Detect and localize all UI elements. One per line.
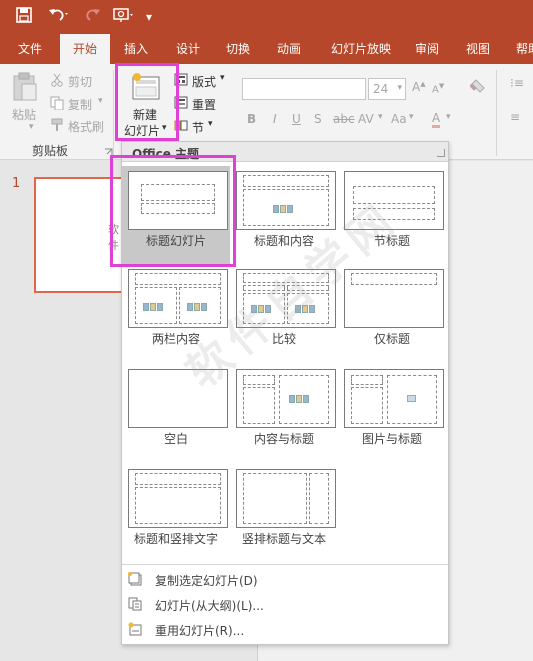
cut-button[interactable]: 剪切 <box>68 73 92 90</box>
layout-label: 图片与标题 <box>361 432 422 446</box>
tab-home[interactable]: 开始 <box>60 34 110 64</box>
italic-button[interactable]: I <box>273 112 277 126</box>
duplicate-selected-slides-menu-item[interactable]: 复制选定幻灯片(D) <box>122 568 448 592</box>
menu-item-label: 重用幻灯片(R)... <box>155 624 245 638</box>
layout-label: 标题和竖排文字 <box>133 532 218 546</box>
character-spacing-button[interactable]: AV <box>358 112 374 126</box>
layout-vertical-title-and-text[interactable]: 竖排标题与文本 <box>230 464 338 562</box>
tab-review[interactable]: 审阅 <box>406 34 448 64</box>
content-placeholder-icon <box>289 392 315 403</box>
layout-content-with-caption[interactable]: 内容与标题 <box>230 364 338 462</box>
slides-from-outline-menu-item[interactable]: 幻灯片(从大纲)(L)... <box>122 593 448 617</box>
align-left-icon[interactable]: ≡ <box>510 110 520 124</box>
character-spacing-dropdown-icon[interactable]: ▾ <box>378 112 383 122</box>
font-color-button[interactable]: A <box>432 112 441 128</box>
shadow-button[interactable]: S <box>314 112 322 126</box>
start-slideshow-icon[interactable] <box>113 7 135 29</box>
redo-icon[interactable] <box>85 7 101 29</box>
copy-icon[interactable] <box>50 96 64 113</box>
layout-thumbnail <box>236 369 336 428</box>
layout-title-and-vertical-text[interactable]: 标题和竖排文字 <box>122 464 230 562</box>
section-dropdown-icon[interactable]: ▾ <box>208 119 213 129</box>
strikethrough-button[interactable]: abc <box>333 112 355 126</box>
layout-thumbnail <box>236 171 336 230</box>
menu-item-label: 幻灯片(从大纲)(L)... <box>155 599 264 613</box>
picture-placeholder-icon <box>407 395 416 402</box>
tab-help[interactable]: 帮助 <box>508 34 533 64</box>
clipboard-group-label: 剪贴板 <box>32 144 69 158</box>
font-size-dropdown-icon[interactable]: ▾ <box>397 83 402 93</box>
tab-design[interactable]: 设计 <box>166 34 210 64</box>
layout-thumbnail <box>236 469 336 528</box>
content-placeholder-icon <box>187 300 213 311</box>
ribbon-separator <box>113 70 114 156</box>
layout-thumbnail <box>128 469 228 528</box>
paste-label[interactable]: 粘贴 <box>12 106 36 123</box>
copy-dropdown-icon[interactable]: ▾ <box>98 96 103 106</box>
tab-slideshow[interactable]: 幻灯片放映 <box>322 34 400 64</box>
resize-grip-icon[interactable] <box>437 149 445 157</box>
layout-label: 仅标题 <box>373 332 410 346</box>
title-bar: ▾ <box>0 0 533 34</box>
tab-animations[interactable]: 动画 <box>267 34 311 64</box>
font-size-input[interactable]: 24 ▾ <box>368 78 406 100</box>
format-painter-icon[interactable] <box>50 118 64 135</box>
change-case-button[interactable]: Aa <box>391 112 407 126</box>
ribbon-separator <box>496 70 497 156</box>
clear-formatting-icon[interactable] <box>469 78 486 97</box>
cut-icon[interactable] <box>50 73 64 90</box>
format-painter-button[interactable]: 格式刷 <box>68 118 104 135</box>
tab-insert[interactable]: 插入 <box>114 34 158 64</box>
change-case-dropdown-icon[interactable]: ▾ <box>409 112 414 122</box>
customize-qat-icon[interactable]: ▾ <box>146 7 152 27</box>
title-slide-highlight <box>110 155 236 267</box>
decrease-font-size-button[interactable]: A▼ <box>432 82 444 95</box>
increase-font-size-button[interactable]: A▲ <box>412 80 426 94</box>
layout-label: 竖排标题与文本 <box>241 532 326 546</box>
tab-transitions[interactable]: 切换 <box>216 34 260 64</box>
layout-picture-with-caption[interactable]: 图片与标题 <box>338 364 446 462</box>
ribbon-tab-row: 文件 开始 插入 设计 切换 动画 幻灯片放映 审阅 视图 帮助 <box>0 34 533 64</box>
paste-icon[interactable] <box>12 72 38 105</box>
paste-dropdown-icon[interactable]: ▾ <box>29 122 34 132</box>
slide-number: 1 <box>12 176 21 191</box>
layout-thumbnail <box>344 369 444 428</box>
new-slide-highlight <box>115 63 179 141</box>
layout-button[interactable]: 版式 <box>192 73 216 90</box>
tab-view[interactable]: 视图 <box>456 34 500 64</box>
font-size-value: 24 <box>373 82 389 96</box>
slides-from-outline-icon <box>128 597 142 611</box>
duplicate-slides-icon <box>128 572 142 586</box>
content-placeholder-icon <box>273 202 299 213</box>
save-icon[interactable] <box>16 7 32 29</box>
layout-label: 空白 <box>163 432 188 446</box>
section-button[interactable]: 节 <box>192 119 204 136</box>
bold-button[interactable]: B <box>247 112 256 126</box>
font-color-dropdown-icon[interactable]: ▾ <box>446 112 451 122</box>
menu-separator <box>122 564 448 565</box>
underline-button[interactable]: U <box>292 112 301 126</box>
layout-dropdown-icon[interactable]: ▾ <box>220 73 225 83</box>
bullets-icon[interactable]: ⁝≡ <box>510 76 524 90</box>
reset-button[interactable]: 重置 <box>192 96 216 113</box>
layout-label: 内容与标题 <box>253 432 314 446</box>
reuse-slides-icon <box>128 622 142 636</box>
content-placeholder-icon <box>143 300 169 311</box>
copy-button[interactable]: 复制 <box>68 96 92 113</box>
tab-file[interactable]: 文件 <box>8 34 52 64</box>
reuse-slides-menu-item[interactable]: 重用幻灯片(R)... <box>122 618 448 642</box>
undo-icon[interactable] <box>48 7 70 29</box>
layout-thumbnail <box>344 269 444 328</box>
menu-item-label: 复制选定幻灯片(D) <box>155 574 258 588</box>
font-name-input[interactable] <box>242 78 366 100</box>
